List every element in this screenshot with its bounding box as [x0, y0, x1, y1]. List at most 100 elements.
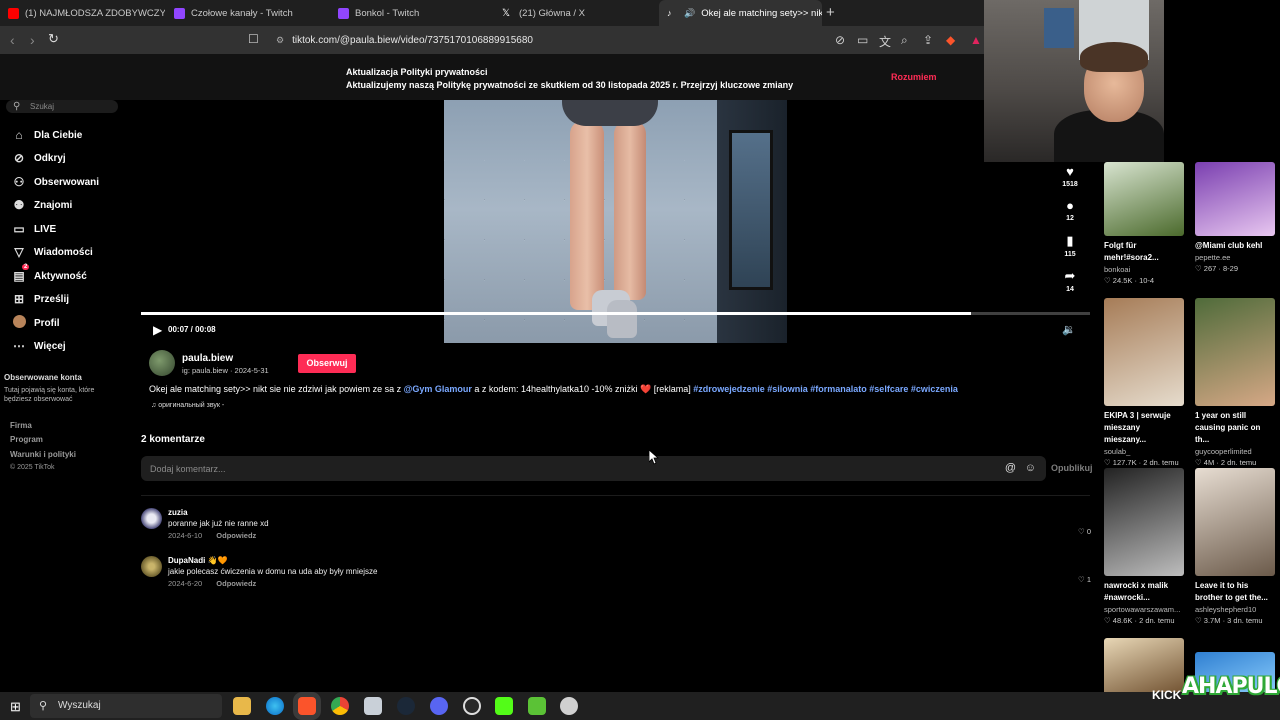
bookmark-icon[interactable]: ☐: [248, 32, 259, 46]
privacy-banner: Aktualizacja Polityki prywatności Aktual…: [0, 54, 984, 100]
sound-link[interactable]: ♫ оригинальный звук -: [151, 402, 224, 409]
share-icon[interactable]: ⇪: [923, 33, 933, 47]
video-thumbnail[interactable]: [1195, 468, 1275, 576]
discord-icon[interactable]: [430, 697, 448, 715]
site-info-icon[interactable]: ⚙: [276, 35, 284, 46]
sidebar-item-live[interactable]: ▭ LIVE: [12, 222, 56, 236]
sidebar-item-upload[interactable]: ⊞ Prześlij: [12, 292, 69, 306]
media-icon[interactable]: [495, 697, 513, 715]
heart-icon: ♥: [1066, 164, 1074, 179]
sidebar-item-friends[interactable]: ⚉ Znajomi: [12, 198, 73, 212]
chrome-icon[interactable]: [331, 697, 349, 715]
translate-icon[interactable]: 文: [879, 33, 891, 50]
video-thumbnail[interactable]: [1195, 298, 1275, 406]
mention-icon[interactable]: @: [1005, 462, 1016, 474]
game-icon[interactable]: [528, 697, 546, 715]
video-thumbnail[interactable]: [1104, 162, 1184, 236]
browser-tab[interactable]: Czołowe kanały - Twitch: [166, 0, 329, 26]
recommended-video[interactable]: [1104, 638, 1184, 692]
video-thumbnail[interactable]: [1104, 638, 1184, 692]
recommended-video[interactable]: Leave it to his brother to get the... as…: [1195, 468, 1275, 625]
address-bar[interactable]: ⚙ tiktok.com/@paula.biew/video/737517010…: [270, 29, 830, 51]
browser-tab[interactable]: Bonkol - Twitch: [330, 0, 493, 26]
author-avatar[interactable]: [149, 350, 175, 376]
browser-tab[interactable]: (1) NAJMŁODSZA ZDOBYWCZYNI M: [0, 0, 165, 26]
video-thumbnail[interactable]: [1104, 468, 1184, 576]
volume-icon[interactable]: 🔉: [1062, 323, 1076, 336]
comment-user[interactable]: DupaNadi 👋🧡: [168, 556, 227, 565]
browser-tab-active[interactable]: ♪ 🔊 Okej ale matching sety>> nik ✕: [659, 0, 822, 26]
send-icon: ▽: [14, 245, 24, 259]
search-input[interactable]: ⚲ Szukaj: [6, 100, 118, 113]
sidebar-item-profile[interactable]: Profil: [12, 315, 60, 331]
video-channel: bonkoai: [1104, 265, 1131, 274]
shield-app-icon[interactable]: [560, 697, 578, 715]
accept-button[interactable]: Rozumiem: [891, 72, 937, 82]
sidebar-item-following[interactable]: ⚇ Obserwowani: [12, 175, 99, 189]
description-text: Okej ale matching sety>> nikt sie nie zd…: [149, 384, 404, 394]
follow-button[interactable]: Obserwuj: [298, 354, 356, 373]
author-name[interactable]: paula.biew: [182, 353, 233, 364]
back-icon[interactable]: ‹: [10, 32, 15, 48]
sidebar-item-explore[interactable]: ⊘ Odkryj: [12, 151, 66, 165]
recommended-video[interactable]: EKIPA 3 | serwuje mieszany mieszany... s…: [1104, 298, 1184, 467]
browser-tab-bar: (1) NAJMŁODSZA ZDOBYWCZYNI M Czołowe kan…: [0, 0, 984, 26]
youtube-icon: [8, 7, 19, 19]
recommended-video[interactable]: @Miami club kehl pepette.ee ♡ 267 · 8-29: [1195, 162, 1275, 273]
browser-tab[interactable]: 𝕏 (21) Główna / X: [494, 0, 657, 26]
save-button[interactable]: ▮ 115: [1060, 233, 1080, 258]
sidebar-item-label: Obserwowani: [34, 176, 100, 188]
comment-user[interactable]: zuzia: [168, 508, 188, 517]
comment-like-button[interactable]: ♡ 0: [1078, 527, 1091, 536]
mention-link[interactable]: @Gym Glamour: [404, 384, 472, 394]
zoom-icon[interactable]: ⌕: [901, 33, 908, 48]
cast-icon[interactable]: ▭: [857, 33, 868, 47]
sidebar-item-more[interactable]: ⋯ Więcej: [12, 339, 66, 353]
compass-icon: ⊘: [13, 151, 25, 165]
followed-note: Tutaj pojawią się konta, które będziesz …: [4, 387, 95, 403]
brave-icon[interactable]: [298, 697, 316, 715]
post-button[interactable]: Opublikuj: [1051, 463, 1093, 473]
rewards-icon[interactable]: ▲: [970, 33, 982, 47]
avatar[interactable]: [141, 556, 162, 577]
no-tracking-icon[interactable]: ⊘: [835, 33, 845, 47]
video-thumbnail[interactable]: [1104, 298, 1184, 406]
video-player[interactable]: ▶ 00:07 / 00:08 🔉: [141, 100, 1090, 343]
like-button[interactable]: ♥ 1518: [1060, 164, 1080, 188]
sidebar-item-for-you[interactable]: ⌂ Dla Ciebie: [12, 128, 82, 142]
new-tab-button[interactable]: +: [826, 4, 835, 21]
obs-icon[interactable]: [463, 697, 481, 715]
steam-icon[interactable]: [397, 697, 415, 715]
recommended-video[interactable]: nawrocki x malik #nawrocki... sportowawa…: [1104, 468, 1184, 625]
reply-button[interactable]: Odpowiedz: [216, 531, 256, 540]
avatar[interactable]: [141, 508, 162, 529]
video-thumbnail[interactable]: [1195, 162, 1275, 236]
taskbar-search[interactable]: ⚲ Wyszukaj: [30, 694, 222, 718]
comment-button[interactable]: ● 12: [1060, 198, 1080, 222]
comments-title: 2 komentarze: [141, 434, 205, 445]
app-icon[interactable]: [364, 697, 382, 715]
recommended-video[interactable]: Folgt für mehr!#sora2... bonkoai ♡ 24.5K…: [1104, 162, 1184, 285]
share-button[interactable]: ➦ 14: [1060, 268, 1080, 293]
footer-link[interactable]: Firma: [10, 421, 32, 430]
windows-start-icon[interactable]: ⊞: [10, 699, 21, 715]
reload-icon[interactable]: ↻: [48, 31, 59, 47]
comment-like-button[interactable]: ♡ 1: [1078, 575, 1091, 584]
forward-icon[interactable]: ›: [30, 32, 35, 48]
reply-button[interactable]: Odpowiedz: [216, 579, 256, 588]
emoji-icon[interactable]: ☺: [1025, 462, 1036, 474]
comment-input[interactable]: Dodaj komentarz... @ ☺: [141, 456, 1046, 481]
file-explorer-icon[interactable]: [233, 697, 251, 715]
sidebar-item-activity[interactable]: ▤ 2 Aktywność: [12, 264, 87, 283]
recommended-videos: Folgt für mehr!#sora2... bonkoai ♡ 24.5K…: [1095, 160, 1280, 692]
footer-link[interactable]: Warunki i polityki: [10, 450, 76, 459]
progress-bar[interactable]: [141, 312, 1090, 315]
sidebar-item-messages[interactable]: ▽ Wiadomości: [12, 245, 92, 259]
video-frame[interactable]: [444, 100, 787, 343]
footer-link[interactable]: Program: [10, 435, 43, 444]
brave-shield-icon[interactable]: ◆: [946, 33, 955, 47]
recommended-video[interactable]: 1 year on still causing panic on th... g…: [1195, 298, 1275, 467]
edge-icon[interactable]: [266, 697, 284, 715]
hashtag-links[interactable]: #zdrowejedzenie #silownia #formanalato #…: [693, 384, 958, 394]
play-icon[interactable]: ▶: [153, 323, 162, 337]
